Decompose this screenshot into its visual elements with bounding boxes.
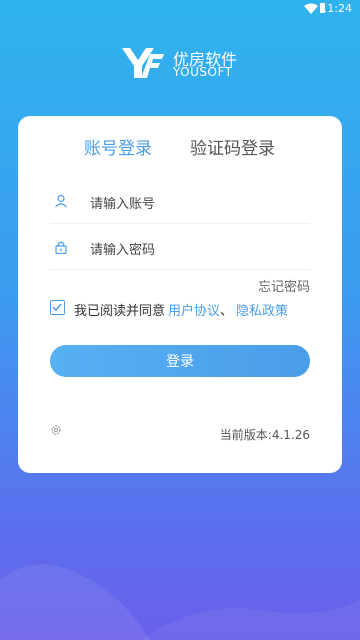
account-placeholder: 请输入账号 — [90, 197, 156, 212]
password-field[interactable]: 请输入密码 — [50, 226, 310, 270]
brand-name-en: YOUSOFT — [173, 65, 233, 79]
status-time: 11:24 — [320, 2, 352, 15]
background-wave — [0, 564, 360, 640]
user-icon — [55, 194, 67, 208]
account-field[interactable]: 请输入账号 — [50, 180, 310, 224]
password-placeholder: 请输入密码 — [90, 243, 156, 258]
agreement-checkbox[interactable] — [50, 300, 65, 315]
yousoft-logo-icon — [122, 48, 164, 78]
login-button[interactable]: 登录 — [50, 345, 310, 377]
agreement-separator: 、 — [220, 304, 234, 319]
agreement-text: 我已阅读并同意 — [74, 304, 166, 319]
check-icon — [52, 303, 62, 312]
status-bar: 11:24 — [0, 0, 360, 18]
wifi-icon — [304, 3, 318, 14]
tab-account-login[interactable]: 账号登录 — [84, 134, 152, 159]
privacy-policy-link[interactable]: 隐私政策 — [236, 300, 288, 319]
user-agreement-link[interactable]: 用户协议 — [168, 300, 220, 319]
forgot-password-link[interactable]: 忘记密码 — [258, 276, 310, 295]
tab-code-login[interactable]: 验证码登录 — [190, 134, 275, 159]
login-card: 账号登录 验证码登录 请输入账号 请输入密码 忘记密码 我已阅读并同意 用户协议… — [18, 116, 342, 473]
lock-icon — [55, 241, 67, 254]
app-version: 当前版本:4.1.26 — [219, 428, 310, 442]
settings-icon[interactable] — [50, 424, 62, 436]
